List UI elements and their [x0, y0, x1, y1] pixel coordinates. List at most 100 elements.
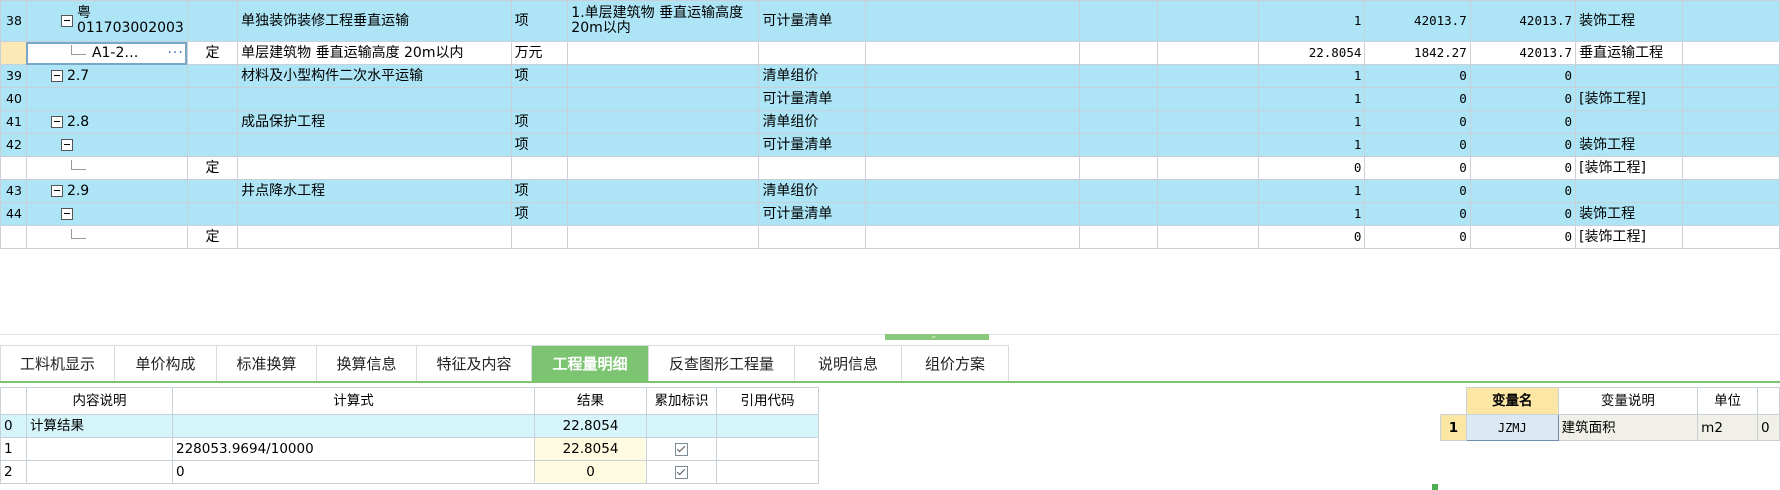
row-number[interactable]: 41 — [0, 110, 27, 134]
calc-row-index[interactable]: 1 — [0, 437, 27, 461]
name-cell[interactable]: 成品保护工程 — [237, 110, 512, 134]
row-number[interactable]: 39 — [0, 64, 27, 88]
quantity-cell[interactable]: 1 — [1258, 87, 1366, 111]
blank-cell[interactable] — [1078, 87, 1158, 111]
calc-result-cell[interactable]: 22.8054 — [534, 437, 647, 461]
kind-cell[interactable] — [758, 225, 866, 249]
unit-cell[interactable]: 万元 — [510, 41, 569, 65]
extra-cell[interactable] — [864, 133, 1080, 157]
extra-cell[interactable] — [864, 41, 1080, 65]
row-number[interactable]: 44 — [0, 202, 27, 226]
calc-header-formula[interactable]: 计算式 — [172, 387, 535, 415]
tab-3[interactable]: 标准换算 — [217, 345, 317, 381]
blank-cell[interactable] — [1156, 133, 1260, 157]
vars-row[interactable]: 1 JZMJ 建筑面积 m2 0 — [1440, 414, 1780, 441]
total-price-cell[interactable]: 42013.7 — [1469, 41, 1577, 65]
vars-header-unit[interactable]: 单位 — [1697, 387, 1758, 415]
name-cell[interactable]: 单层建筑物 垂直运输高度 20m以内 — [237, 41, 512, 65]
calc-formula-cell[interactable]: 0 — [172, 460, 535, 484]
blank-cell[interactable] — [1156, 0, 1260, 42]
grid-row[interactable]: 42 项可计量清单 1 0 0 装饰工程 — [0, 133, 1780, 157]
unit-price-cell[interactable]: 0 — [1364, 225, 1471, 249]
blank-cell[interactable] — [1156, 225, 1260, 249]
blank-cell[interactable] — [1078, 225, 1158, 249]
kind-cell[interactable] — [758, 41, 866, 65]
profession-cell[interactable]: [装饰工程] — [1575, 225, 1684, 249]
profession-cell[interactable]: 装饰工程 — [1575, 133, 1684, 157]
name-cell[interactable]: 单独装饰装修工程垂直运输 — [237, 0, 512, 42]
tab-7[interactable]: 反查图形工程量 — [649, 345, 795, 381]
collapse-toggle-icon[interactable] — [50, 185, 63, 197]
unit-cell[interactable] — [510, 225, 569, 249]
calc-row[interactable]: 1 228053.9694/10000 22.8054 — [0, 437, 819, 461]
profession-cell[interactable]: [装饰工程] — [1575, 87, 1684, 111]
profession-cell[interactable] — [1575, 64, 1684, 88]
unit-cell[interactable]: 项 — [510, 202, 569, 226]
code-cell[interactable] — [25, 133, 188, 157]
blank-cell[interactable] — [1682, 202, 1780, 226]
name-cell[interactable]: 材料及小型构件二次水平运输 — [237, 64, 512, 88]
extra-cell[interactable] — [864, 0, 1080, 42]
row-number[interactable] — [0, 41, 27, 65]
kind-cell[interactable]: 清单组价 — [758, 64, 866, 88]
extra-cell[interactable] — [864, 87, 1080, 111]
tab-2[interactable]: 单价构成 — [115, 345, 217, 381]
unit-price-cell[interactable]: 0 — [1364, 133, 1471, 157]
total-price-cell[interactable]: 0 — [1469, 64, 1577, 88]
extra-cell[interactable] — [864, 64, 1080, 88]
calc-ref-cell[interactable] — [716, 414, 819, 438]
name-cell[interactable] — [237, 202, 512, 226]
kind-cell[interactable] — [758, 156, 866, 180]
quantity-cell[interactable]: 22.8054 — [1258, 41, 1366, 65]
unit-cell[interactable]: 项 — [510, 110, 569, 134]
blank-cell[interactable] — [1078, 110, 1158, 134]
name-cell[interactable] — [237, 133, 512, 157]
calc-formula-cell[interactable] — [172, 414, 535, 438]
blank-cell[interactable] — [1682, 87, 1780, 111]
unit-price-cell[interactable]: 0 — [1364, 179, 1471, 203]
calc-desc-cell[interactable] — [26, 460, 173, 484]
blank-cell[interactable] — [1682, 0, 1780, 42]
feature-cell[interactable] — [567, 156, 760, 180]
total-price-cell[interactable]: 0 — [1469, 133, 1577, 157]
unit-cell[interactable] — [510, 87, 569, 111]
kind-cell[interactable]: 可计量清单 — [758, 87, 866, 111]
calc-row[interactable]: 0 计算结果 22.8054 — [0, 414, 819, 438]
blank-cell[interactable] — [1156, 110, 1260, 134]
blank-cell[interactable] — [1682, 41, 1780, 65]
profession-cell[interactable]: 装饰工程 — [1575, 0, 1684, 42]
type-cell[interactable] — [186, 202, 239, 226]
vars-header-desc[interactable]: 变量说明 — [1557, 387, 1699, 415]
calc-desc-cell[interactable] — [26, 437, 173, 461]
extra-cell[interactable] — [864, 225, 1080, 249]
blank-cell[interactable] — [1078, 156, 1158, 180]
calc-desc-cell[interactable]: 计算结果 — [26, 414, 173, 438]
quantity-cell[interactable]: 1 — [1258, 179, 1366, 203]
blank-cell[interactable] — [1078, 133, 1158, 157]
calc-result-cell[interactable]: 0 — [534, 460, 647, 484]
quantity-cell[interactable]: 1 — [1258, 64, 1366, 88]
tab-4[interactable]: 换算信息 — [317, 345, 417, 381]
code-cell[interactable]: 2.7 — [25, 64, 188, 88]
vars-desc-cell[interactable]: 建筑面积 — [1557, 414, 1699, 441]
row-number[interactable]: 38 — [0, 0, 27, 42]
profession-cell[interactable] — [1575, 179, 1684, 203]
grid-row[interactable]: 40 可计量清单 1 0 0 [装饰工程] — [0, 87, 1780, 111]
grid-row[interactable]: 38 粤 011703002003 单独装饰装修工程垂直运输项 1.单层建筑物 垂直运输… — [0, 0, 1780, 42]
vars-row-index[interactable]: 1 — [1440, 414, 1467, 441]
type-cell[interactable] — [186, 179, 239, 203]
grid-row[interactable]: 定 0 0 0 [装饰工程] — [0, 156, 1780, 180]
feature-cell[interactable] — [567, 179, 760, 203]
blank-cell[interactable] — [1078, 0, 1158, 42]
code-cell[interactable]: 粤 011703002003 — [25, 0, 188, 42]
feature-cell[interactable]: 1.单层建筑物 垂直运输高度20m以内 — [567, 0, 760, 42]
unit-price-cell[interactable]: 0 — [1364, 64, 1471, 88]
unit-cell[interactable] — [510, 156, 569, 180]
blank-cell[interactable] — [1682, 133, 1780, 157]
grid-row[interactable]: 定 0 0 0 [装饰工程] — [0, 225, 1780, 249]
vars-header-name[interactable]: 变量名 — [1465, 387, 1559, 415]
unit-cell[interactable]: 项 — [510, 179, 569, 203]
unit-cell[interactable]: 项 — [510, 0, 569, 42]
accumulate-checkbox[interactable] — [675, 442, 688, 456]
code-cell[interactable] — [25, 202, 188, 226]
